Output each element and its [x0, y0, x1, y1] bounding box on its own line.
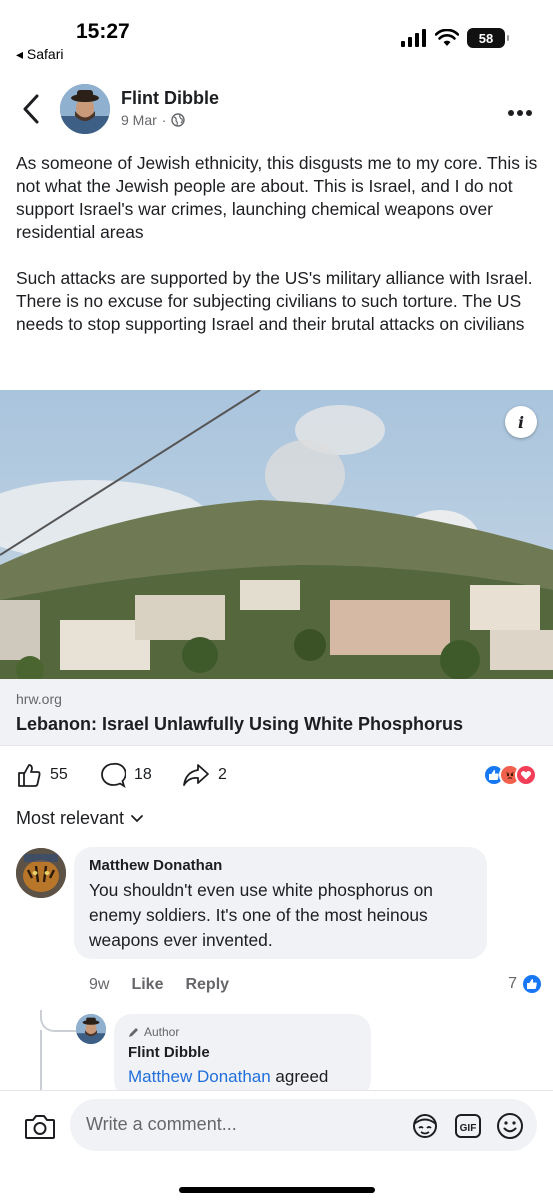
love-reaction-icon — [515, 764, 537, 786]
commenter-avatar[interactable] — [16, 848, 66, 898]
thread-connector — [40, 1010, 76, 1032]
reply-author-avatar[interactable] — [76, 1014, 106, 1044]
author-avatar[interactable] — [60, 84, 110, 134]
author-badge-label: Author — [144, 1025, 180, 1039]
sort-label: Most relevant — [16, 808, 125, 828]
back-to-safari-link[interactable]: ◂ Safari — [16, 46, 64, 63]
comment-button[interactable]: 18 — [100, 762, 152, 788]
status-bar: 15:27 ◂ Safari 58 — [0, 0, 553, 70]
post-actions: 55 18 2 — [0, 756, 553, 796]
link-preview-info[interactable]: hrw.org Lebanon: Israel Unlawfully Using… — [0, 679, 553, 746]
like-reaction-icon — [521, 973, 543, 995]
link-domain: hrw.org — [16, 691, 62, 707]
comment-like-count: 7 — [508, 975, 517, 992]
comment-bubble-icon — [101, 762, 126, 788]
status-icons: 58 — [401, 28, 509, 48]
signal-icon — [401, 29, 426, 47]
comment-like-button[interactable]: Like — [131, 976, 163, 994]
globe-icon — [171, 113, 186, 127]
camera-icon[interactable] — [24, 1113, 56, 1141]
like-count: 55 — [50, 766, 68, 783]
more-options-icon[interactable] — [507, 98, 533, 118]
svg-text:GIF: GIF — [460, 1123, 477, 1134]
link-title: Lebanon: Israel Unlawfully Using White P… — [16, 714, 464, 734]
post-paragraph: Such attacks are supported by the US's m… — [16, 268, 533, 334]
post-meta: 9 Mar · — [121, 112, 186, 128]
meta-separator: · — [161, 112, 167, 128]
wifi-icon — [435, 29, 459, 46]
post-date[interactable]: 9 Mar — [121, 112, 157, 128]
comment-composer: Write a comment... GIF — [0, 1090, 553, 1200]
share-arrow-icon — [183, 764, 209, 786]
reply-text: Matthew Donathan agreed — [128, 1067, 328, 1087]
comment-input[interactable]: Write a comment... GIF — [70, 1099, 537, 1151]
mention-link[interactable]: Matthew Donathan — [128, 1067, 271, 1086]
home-indicator[interactable] — [179, 1187, 375, 1193]
thumbs-up-icon — [18, 764, 41, 787]
pencil-icon — [129, 1028, 138, 1037]
back-arrow-icon[interactable] — [18, 92, 44, 126]
link-preview-image[interactable]: i — [0, 390, 553, 679]
like-button[interactable]: 55 — [16, 762, 68, 788]
emoji-icon[interactable] — [495, 1111, 525, 1141]
comment-text: You shouldn't even use white phosphorus … — [89, 880, 433, 950]
comment-bubble[interactable]: Matthew Donathan You shouldn't even use … — [74, 847, 487, 959]
share-count: 2 — [218, 766, 227, 783]
thread-connector — [40, 1030, 42, 1090]
comment-placeholder: Write a comment... — [86, 1114, 237, 1134]
share-button[interactable]: 2 — [182, 762, 227, 788]
gif-icon[interactable]: GIF — [453, 1111, 483, 1141]
reply-bubble[interactable]: Author Flint Dibble Matthew Donathan agr… — [114, 1014, 371, 1098]
post-paragraph: As someone of Jewish ethnicity, this dis… — [16, 153, 538, 242]
commenter-name[interactable]: Matthew Donathan — [89, 857, 222, 874]
battery-indicator: 58 — [467, 28, 509, 48]
post-header: Flint Dibble 9 Mar · — [0, 80, 553, 140]
reply-author-name[interactable]: Flint Dibble — [128, 1044, 210, 1061]
comment-reply-button[interactable]: Reply — [185, 976, 229, 994]
comment-sort-dropdown[interactable]: Most relevant — [16, 808, 144, 829]
post-body: As someone of Jewish ethnicity, this dis… — [16, 152, 541, 359]
comment-like-summary[interactable]: 7 — [508, 973, 543, 995]
reply-text-body: agreed — [270, 1067, 329, 1086]
author-name[interactable]: Flint Dibble — [121, 88, 219, 109]
chevron-down-icon — [131, 814, 143, 822]
info-icon[interactable]: i — [505, 406, 537, 438]
avatar-sticker-icon[interactable] — [410, 1111, 440, 1141]
reaction-summary[interactable] — [483, 764, 537, 786]
comment-count: 18 — [134, 766, 152, 783]
author-badge: Author — [128, 1025, 179, 1039]
comment-actions: 9w Like Reply — [89, 976, 229, 994]
comment-age: 9w — [89, 976, 110, 993]
clock: 15:27 — [76, 20, 130, 43]
